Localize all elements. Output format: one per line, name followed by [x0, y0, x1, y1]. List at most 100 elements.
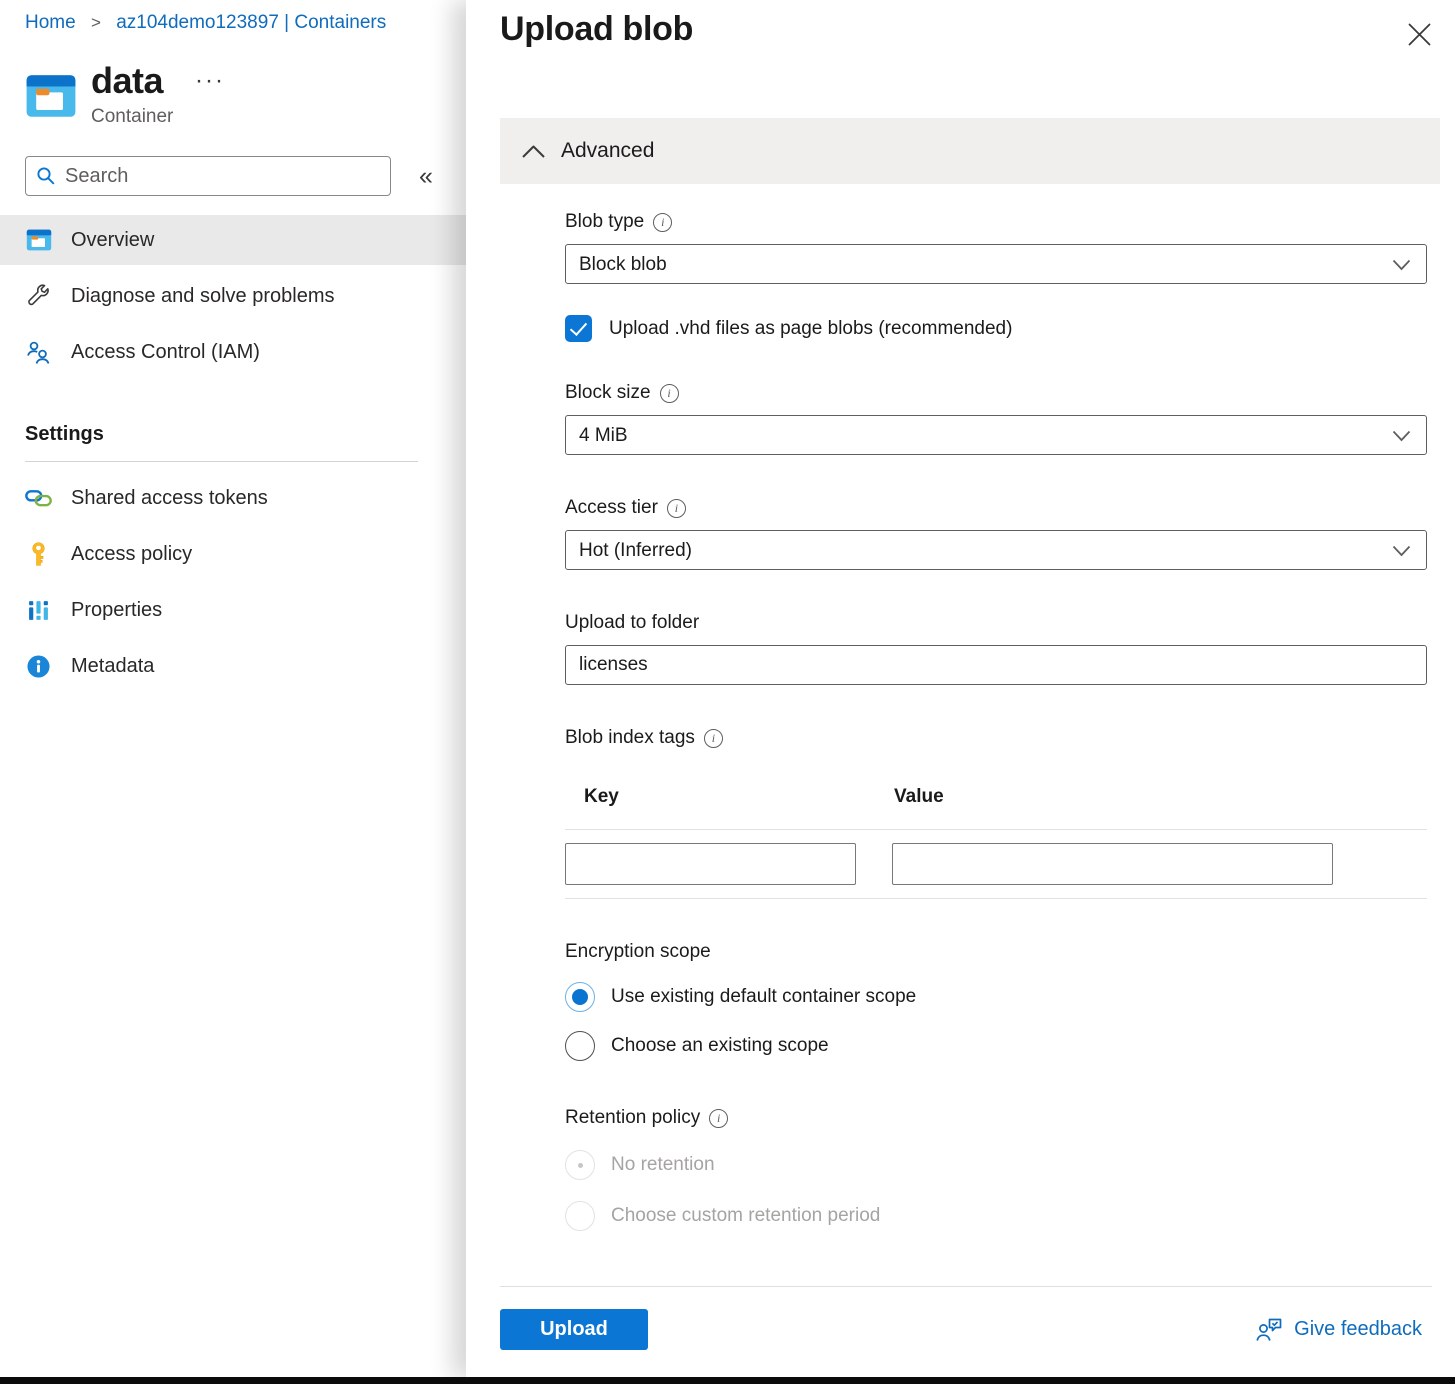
sidebar-item-label: Overview: [71, 229, 154, 252]
breadcrumb-separator: >: [91, 13, 101, 32]
upload-button[interactable]: Upload: [500, 1309, 648, 1350]
settings-divider: [25, 461, 418, 462]
sidebar-item-overview[interactable]: Overview: [0, 215, 466, 265]
collapse-menu-icon[interactable]: «: [413, 160, 439, 193]
sidebar-item-diagnose[interactable]: Diagnose and solve problems: [0, 271, 466, 321]
tag-key-input[interactable]: [565, 843, 856, 885]
sidebar-item-metadata[interactable]: Metadata: [0, 641, 466, 691]
tag-value-input[interactable]: [892, 843, 1333, 885]
give-feedback-link[interactable]: Give feedback: [1254, 1317, 1422, 1343]
sidebar-search-row: «: [25, 156, 466, 196]
vhd-page-blob-checkbox[interactable]: [565, 315, 592, 342]
access-tier-group: Access tier Hot (Inferred): [565, 497, 1427, 570]
upload-folder-input[interactable]: [565, 645, 1427, 685]
panel-footer: Upload Give feedback: [500, 1309, 1440, 1350]
radio-label: Choose custom retention period: [611, 1205, 880, 1227]
advanced-section-toggle[interactable]: Advanced: [500, 118, 1440, 184]
advanced-section-label: Advanced: [561, 139, 654, 163]
wrench-icon: [25, 283, 52, 310]
link-icon: [25, 485, 52, 512]
radio-disabled-icon: [565, 1150, 595, 1180]
key-icon: [25, 541, 52, 568]
retention-policy-group: Retention policy No retention Choose cus…: [565, 1107, 1427, 1231]
breadcrumb-containers-link[interactable]: az104demo123897 | Containers: [116, 12, 386, 33]
retention-option-custom: Choose custom retention period: [565, 1201, 1427, 1231]
tags-value-header: Value: [875, 786, 944, 808]
radio-selected-icon[interactable]: [565, 982, 595, 1012]
breadcrumb: Home > az104demo123897 | Containers: [0, 0, 466, 34]
retention-option-none: No retention: [565, 1150, 1427, 1180]
search-icon: [36, 166, 56, 186]
tags-input-row: [565, 843, 1427, 885]
info-icon[interactable]: [660, 384, 679, 403]
blob-index-tags-table: Key Value: [565, 786, 1427, 899]
footer-divider: [500, 1286, 1432, 1287]
sidebar-nav: Overview Diagnose and solve problems: [0, 215, 466, 377]
blob-index-tags-label: Blob index tags: [565, 727, 695, 749]
block-size-group: Block size 4 MiB: [565, 382, 1427, 455]
sidebar-item-label: Access Control (IAM): [71, 341, 260, 364]
block-size-select[interactable]: 4 MiB: [565, 415, 1427, 455]
resource-header: data ··· Container: [0, 34, 466, 128]
blob-type-label: Blob type: [565, 211, 644, 233]
overview-icon: [25, 227, 52, 254]
advanced-form: Blob type Block blob Upl: [565, 211, 1427, 1231]
sidebar-item-label: Access policy: [71, 543, 192, 566]
azure-portal-page: Home > az104demo123897 | Containers data…: [0, 0, 1455, 1384]
vhd-checkbox-label: Upload .vhd files as page blobs (recomme…: [609, 318, 1012, 340]
upload-blob-panel: Upload blob Advanced Blob type: [466, 0, 1455, 1377]
bars-icon: [25, 597, 52, 624]
info-icon[interactable]: [667, 499, 686, 518]
sidebar-item-label: Properties: [71, 599, 162, 622]
vhd-checkbox-row: Upload .vhd files as page blobs (recomme…: [565, 315, 1427, 342]
more-options-button[interactable]: ···: [191, 65, 229, 97]
encryption-scope-option-default[interactable]: Use existing default container scope: [565, 982, 1427, 1012]
panel-header: Upload blob: [500, 0, 1440, 58]
sidebar-item-access-control[interactable]: Access Control (IAM): [0, 327, 466, 377]
tags-divider: [565, 829, 1427, 830]
people-icon: [25, 339, 52, 366]
upload-folder-group: Upload to folder: [565, 612, 1427, 685]
sidebar-item-label: Metadata: [71, 655, 154, 678]
close-icon[interactable]: [1399, 14, 1440, 58]
radio-label: Use existing default container scope: [611, 986, 916, 1008]
settings-section-header: Settings: [25, 423, 466, 446]
radio-unselected-icon[interactable]: [565, 1031, 595, 1061]
tags-key-header: Key: [565, 786, 875, 808]
encryption-scope-label: Encryption scope: [565, 941, 711, 963]
info-icon[interactable]: [653, 213, 672, 232]
sidebar-item-label: Shared access tokens: [71, 487, 268, 510]
radio-disabled-icon: [565, 1201, 595, 1231]
breadcrumb-home-link[interactable]: Home: [25, 12, 76, 33]
bottom-edge-bar: [0, 1377, 1455, 1384]
radio-label: No retention: [611, 1154, 715, 1176]
search-input[interactable]: [65, 165, 380, 188]
blob-type-select[interactable]: Block blob: [565, 244, 1427, 284]
page-title: data: [91, 60, 163, 102]
access-tier-select[interactable]: Hot (Inferred): [565, 530, 1427, 570]
encryption-scope-option-existing[interactable]: Choose an existing scope: [565, 1031, 1427, 1061]
resource-type-label: Container: [91, 106, 229, 128]
upload-folder-label: Upload to folder: [565, 612, 699, 634]
panel-title: Upload blob: [500, 10, 693, 49]
sidebar-item-access-policy[interactable]: Access policy: [0, 529, 466, 579]
block-size-label: Block size: [565, 382, 651, 404]
sidebar-item-label: Diagnose and solve problems: [71, 285, 335, 308]
retention-policy-label: Retention policy: [565, 1107, 700, 1129]
info-circle-icon: [25, 653, 52, 680]
search-box[interactable]: [25, 156, 391, 196]
sidebar-item-properties[interactable]: Properties: [0, 585, 466, 635]
give-feedback-label: Give feedback: [1294, 1318, 1422, 1341]
blob-index-tags-group: Blob index tags Key Value: [565, 727, 1427, 899]
container-icon: [25, 72, 77, 120]
radio-label: Choose an existing scope: [611, 1035, 829, 1057]
info-icon[interactable]: [704, 729, 723, 748]
info-icon[interactable]: [709, 1109, 728, 1128]
settings-nav: Shared access tokens Access policy: [0, 473, 466, 691]
feedback-person-icon: [1254, 1317, 1283, 1343]
sidebar-item-shared-access-tokens[interactable]: Shared access tokens: [0, 473, 466, 523]
tags-divider: [565, 898, 1427, 899]
blob-type-label-row: Blob type: [565, 211, 1427, 233]
blob-type-group: Blob type Block blob: [565, 211, 1427, 284]
chevron-up-icon: [521, 144, 546, 159]
